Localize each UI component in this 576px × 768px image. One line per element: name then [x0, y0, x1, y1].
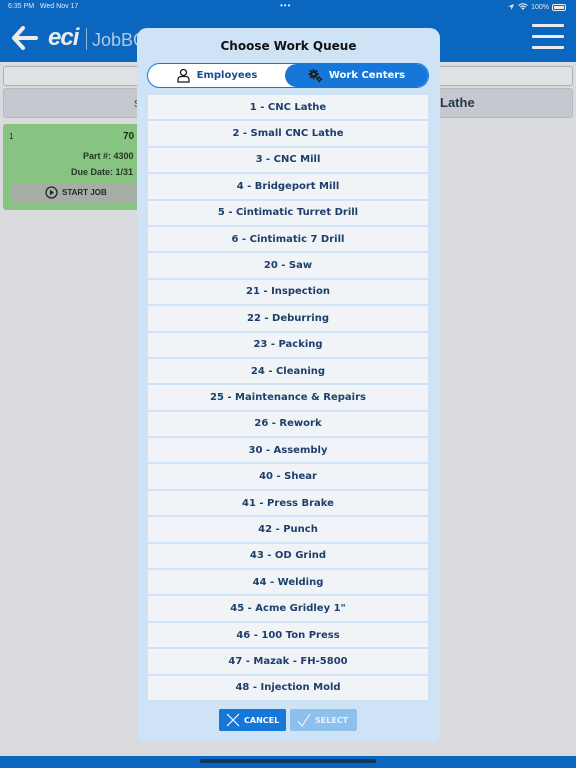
select-button[interactable]: SELECT — [290, 709, 357, 731]
work-center-item[interactable]: 20 - Saw — [148, 253, 428, 278]
tab-employees[interactable]: Employees — [148, 64, 285, 87]
close-icon — [226, 713, 240, 727]
work-center-item[interactable]: 42 - Punch — [148, 517, 428, 542]
work-center-item[interactable]: 47 - Mazak - FH-5800 — [148, 649, 428, 674]
tab-work-centers[interactable]: Work Centers — [285, 64, 428, 87]
work-center-item[interactable]: 21 - Inspection — [148, 279, 428, 305]
work-center-list[interactable]: 1 - CNC Lathe 2 - Small CNC Lathe 3 - CNC … — [148, 95, 428, 700]
work-center-item[interactable]: 40 - Shear — [148, 464, 428, 489]
work-center-item[interactable]: 46 - 100 Ton Press — [148, 622, 428, 648]
gears-icon — [308, 69, 323, 83]
person-icon — [176, 68, 190, 83]
work-center-item[interactable]: 6 - Cintimatic 7 Drill — [148, 226, 428, 252]
work-center-item[interactable]: 24 - Cleaning — [148, 358, 428, 384]
work-center-item[interactable]: 23 - Packing — [148, 332, 428, 357]
work-center-item[interactable]: 3 - CNC Mill — [148, 147, 428, 173]
tab-work-centers-label: Work Centers — [328, 70, 406, 81]
work-center-item[interactable]: 26 - Rework — [148, 411, 428, 437]
work-center-item[interactable]: 45 - Acme Gridley 1" — [148, 596, 428, 621]
dialog-title: Choose Work Queue — [220, 39, 357, 53]
work-center-item[interactable]: 2 - Small CNC Lathe — [148, 121, 428, 146]
work-center-item[interactable]: 22 - Deburring — [148, 306, 428, 331]
work-center-item[interactable]: 48 - Injection Mold — [148, 675, 428, 700]
queue-type-segmented-control: Employees Work Centers — [147, 63, 429, 88]
checkmark-icon — [297, 713, 311, 728]
work-center-item[interactable]: 1 - CNC Lathe — [148, 95, 428, 120]
work-center-item[interactable]: 44 - Welding — [148, 570, 428, 595]
work-center-item[interactable]: 4 - Bridgeport Mill — [148, 174, 428, 199]
work-center-item[interactable]: 41 - Press Brake — [148, 490, 428, 516]
cancel-label: CANCEL — [244, 716, 280, 725]
work-center-item[interactable]: 30 - Assembly — [148, 438, 428, 463]
work-center-item[interactable]: 43 - OD Grind — [148, 543, 428, 569]
select-label: SELECT — [315, 716, 349, 725]
cancel-button[interactable]: CANCEL — [219, 709, 286, 731]
work-center-item[interactable]: 25 - Maintenance & Repairs — [148, 385, 428, 410]
work-center-item[interactable]: 5 - Cintimatic Turret Drill — [148, 200, 428, 225]
tab-employees-label: Employees — [196, 70, 258, 81]
work-queue-dialog: Choose Work Queue Employees Work Centers… — [137, 28, 440, 742]
